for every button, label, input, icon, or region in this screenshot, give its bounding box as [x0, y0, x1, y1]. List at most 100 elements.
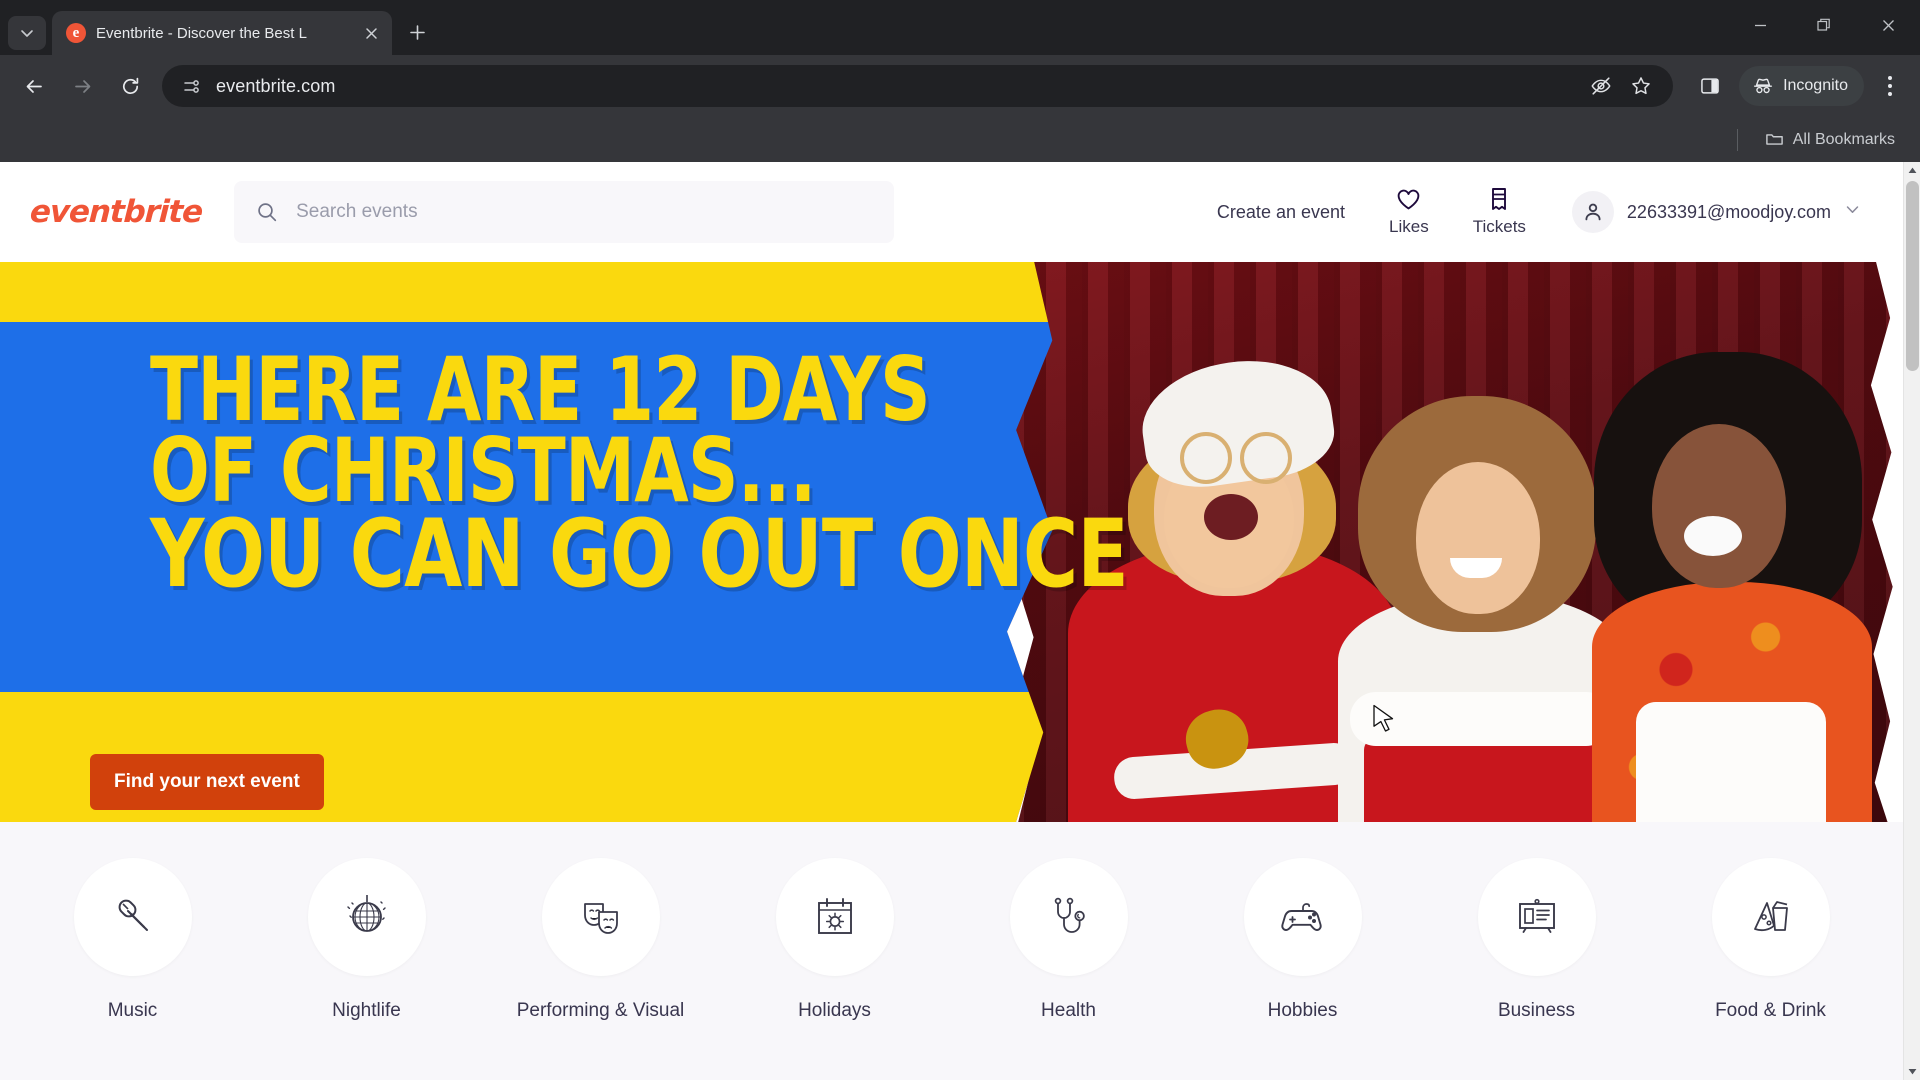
- heart-icon: [1398, 189, 1420, 209]
- microphone-icon: [118, 899, 148, 931]
- forward-button[interactable]: [61, 65, 103, 107]
- person-icon: [1585, 203, 1601, 221]
- toolbar-right-actions: Incognito: [1683, 65, 1910, 107]
- calendar-sun-icon: [817, 898, 852, 934]
- divider: [1736, 128, 1738, 151]
- maximize-button[interactable]: [1792, 0, 1856, 50]
- menu-dot: [1888, 76, 1892, 80]
- find-your-next-event-button[interactable]: Find your next event: [90, 754, 324, 810]
- category-nightlife[interactable]: Nightlife: [274, 858, 459, 1022]
- category-music[interactable]: Music: [40, 858, 225, 1022]
- hero-headline-line-3: YOU CAN GO OUT ONCE: [150, 499, 1129, 609]
- window-controls: [1728, 0, 1920, 50]
- pizza-drink-icon: [1753, 901, 1788, 932]
- page-scrollbar[interactable]: [1903, 162, 1920, 1080]
- caret-up-icon: [1908, 167, 1916, 173]
- category-icon-circle: [1009, 858, 1128, 976]
- minimize-button[interactable]: [1728, 0, 1792, 50]
- category-icon-circle: [1243, 858, 1362, 976]
- category-label: Hobbies: [1267, 1000, 1338, 1021]
- tab-search-button[interactable]: [8, 16, 46, 50]
- category-label: Holidays: [798, 1000, 871, 1021]
- side-panel-icon: [1701, 78, 1719, 94]
- incognito-label: Incognito: [1783, 77, 1848, 94]
- ticket-icon: [1492, 188, 1507, 210]
- reload-button[interactable]: [109, 65, 151, 107]
- scrollbar-thumb[interactable]: [1906, 181, 1919, 371]
- category-row: Music Nightlife Performing & Visual Holi…: [0, 822, 1903, 1080]
- mouse-cursor: [1373, 704, 1394, 732]
- eventbrite-page: eventbrite Search events Create an event: [0, 162, 1903, 1080]
- tracking-protection-button[interactable]: [1583, 68, 1619, 104]
- back-button[interactable]: [13, 65, 55, 107]
- presentation-board-icon: [1518, 898, 1555, 933]
- chevron-down-icon: [21, 30, 33, 37]
- category-health[interactable]: Health: [976, 858, 1161, 1022]
- hero-headline: THERE ARE 12 DAYS OF CHRISTMAS... YOU CA…: [150, 346, 1150, 609]
- category-icon-circle: [73, 858, 192, 976]
- close-icon: [365, 27, 377, 39]
- create-an-event-link[interactable]: Create an event: [1195, 192, 1367, 233]
- search-input[interactable]: Search events: [234, 181, 895, 243]
- category-icon-circle: [541, 858, 660, 976]
- category-label: Performing & Visual: [516, 1000, 685, 1021]
- browser-window: e Eventbrite - Discover the Best L event…: [0, 0, 1920, 1080]
- scroll-up-button[interactable]: [1904, 162, 1920, 179]
- site-header: eventbrite Search events Create an event: [0, 162, 1903, 262]
- header-nav: Create an event Likes Tickets 22633391@m…: [1195, 181, 1875, 243]
- new-tab-button[interactable]: [400, 15, 434, 49]
- menu-dot: [1888, 84, 1892, 88]
- close-tab-button[interactable]: [360, 22, 382, 44]
- scroll-down-button[interactable]: [1904, 1063, 1920, 1080]
- category-label: Business: [1497, 1000, 1576, 1021]
- category-icon-circle: [307, 858, 426, 976]
- bookmark-button[interactable]: [1623, 68, 1659, 104]
- category-label: Nightlife: [332, 1000, 401, 1021]
- all-bookmarks-label: All Bookmarks: [1792, 130, 1895, 148]
- category-label: Music: [107, 1000, 158, 1021]
- eventbrite-logo[interactable]: eventbrite: [29, 194, 203, 230]
- side-panel-button[interactable]: [1689, 65, 1731, 107]
- category-holidays[interactable]: Holidays: [742, 858, 927, 1022]
- caret-down-icon: [1908, 1069, 1916, 1075]
- search-placeholder: Search events: [296, 201, 418, 222]
- scrollbar-track[interactable]: [1904, 179, 1920, 1063]
- browser-tab[interactable]: e Eventbrite - Discover the Best L: [52, 11, 392, 55]
- arrow-right-icon: [74, 79, 90, 93]
- restore-icon: [1817, 18, 1830, 31]
- plus-icon: [409, 24, 425, 40]
- url-text: eventbrite.com: [216, 75, 336, 96]
- category-icon-circle: [775, 858, 894, 976]
- category-performing-visual[interactable]: Performing & Visual: [508, 858, 693, 1022]
- folder-icon: [1765, 134, 1783, 145]
- stethoscope-icon: [1054, 897, 1085, 933]
- incognito-indicator[interactable]: Incognito: [1739, 66, 1864, 106]
- incognito-icon: [1754, 78, 1773, 94]
- category-business[interactable]: Business: [1444, 858, 1629, 1022]
- chrome-menu-button[interactable]: [1870, 65, 1910, 107]
- likes-link[interactable]: Likes: [1367, 182, 1451, 243]
- category-hobbies[interactable]: Hobbies: [1210, 858, 1395, 1022]
- reload-icon: [122, 77, 138, 94]
- chevron-down-icon: [1844, 201, 1861, 223]
- bookmarks-bar: All Bookmarks: [0, 117, 1920, 162]
- theater-masks-icon: [583, 903, 618, 934]
- hero-banner[interactable]: THERE ARE 12 DAYS OF CHRISTMAS... YOU CA…: [0, 262, 1903, 822]
- disco-ball-icon: [346, 895, 386, 932]
- close-window-button[interactable]: [1856, 0, 1920, 50]
- avatar: [1571, 191, 1614, 233]
- account-menu-button[interactable]: 22633391@moodjoy.com: [1562, 183, 1875, 241]
- page-viewport: eventbrite Search events Create an event: [0, 162, 1920, 1080]
- address-bar[interactable]: eventbrite.com: [162, 65, 1674, 107]
- tab-strip: e Eventbrite - Discover the Best L: [0, 0, 1920, 55]
- menu-dot: [1888, 92, 1892, 96]
- category-label: Food & Drink: [1715, 1000, 1826, 1021]
- minimize-icon: [1754, 24, 1766, 26]
- site-settings-button[interactable]: [178, 73, 204, 99]
- star-icon: [1632, 77, 1650, 95]
- category-food-drink[interactable]: Food & Drink: [1678, 858, 1863, 1022]
- omnibox-actions: [1583, 68, 1659, 104]
- tickets-link[interactable]: Tickets: [1451, 181, 1548, 243]
- category-icon-circle: [1477, 858, 1596, 976]
- all-bookmarks-button[interactable]: All Bookmarks: [1756, 125, 1904, 154]
